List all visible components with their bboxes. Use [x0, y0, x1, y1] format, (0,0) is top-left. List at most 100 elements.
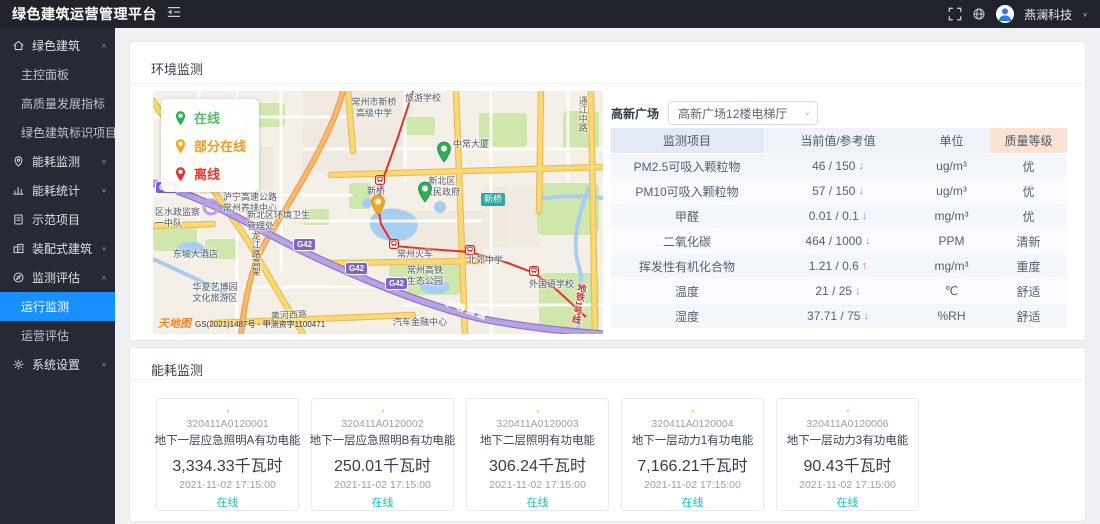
- sidebar-item-green-building[interactable]: 绿色建筑 ∧: [0, 31, 115, 60]
- sidebar-item-energy-stats[interactable]: 能耗统计 ∨: [0, 176, 115, 205]
- sidebar-item-prefab-building[interactable]: 装配式建筑 ∨: [0, 234, 115, 263]
- pin-icon: [174, 165, 187, 182]
- meter-value: 250.01千瓦时: [334, 452, 431, 476]
- chevron-down-icon: ∨: [101, 158, 107, 165]
- sidebar-item-system-settings[interactable]: 系统设置 ∨: [0, 350, 115, 379]
- collapse-sidebar-button[interactable]: [167, 5, 181, 24]
- meter-timestamp: 2021-11-02 17:15:00: [334, 479, 431, 491]
- divider: [130, 83, 1085, 84]
- pin-icon: [174, 137, 187, 154]
- energy-card: 320411A0120004 地下一层动力1有功电能 7,166.21千瓦时 2…: [621, 398, 764, 511]
- trend-arrow: ↓: [863, 310, 869, 322]
- meter-value: 90.43千瓦时: [803, 452, 891, 476]
- meter-id: 320411A0120004: [651, 418, 733, 430]
- sidebar-item-operation-evaluation[interactable]: 运营评估: [0, 321, 115, 350]
- meter-name: 地下一层应急照明B有功电能: [310, 432, 456, 448]
- map-pin-online[interactable]: [416, 179, 434, 208]
- energy-card: 320411A0120001 地下一层应急照明A有功电能 3,334.33千瓦时…: [156, 398, 299, 511]
- meter-name: 地下一层动力3有功电能: [787, 432, 908, 448]
- env-section-title: 环境监测: [151, 59, 203, 78]
- menu-fold-icon: [167, 5, 181, 19]
- chevron-down-icon: ∨: [804, 109, 810, 116]
- meter-value: 7,166.21千瓦时: [637, 452, 747, 476]
- table-row: 湿度 37.71 / 75↓ %RH 舒适: [611, 304, 1067, 329]
- map-legend: 在线 部分在线 离线: [161, 99, 259, 192]
- status-badge: 在线: [372, 494, 394, 510]
- chevron-down-icon: ∨: [1082, 10, 1088, 17]
- lightning-icon: [376, 409, 390, 413]
- topbar: 绿色建筑运营管理平台 燕澜科技 ∨: [0, 0, 1100, 28]
- sidebar-item-run-monitoring[interactable]: 运行监测: [0, 292, 115, 321]
- user-menu[interactable]: 燕澜科技: [1024, 6, 1072, 23]
- energy-card: 320411A0120006 地下一层动力3有功电能 90.43千瓦时 2021…: [776, 398, 919, 511]
- sidebar-item-main-dashboard[interactable]: 主控面板: [0, 60, 115, 89]
- sidebar: 绿色建筑 ∧ 主控面板 高质量发展指标 绿色建筑标识项目 能耗监测 ∨ 能耗统计…: [0, 28, 115, 524]
- trend-arrow: ↓: [858, 185, 864, 197]
- user-icon: [996, 5, 1014, 23]
- lightning-icon: [841, 409, 855, 413]
- lightning-icon: [686, 409, 700, 413]
- energy-card: 320411A0120002 地下一层应急照明B有功电能 250.01千瓦时 2…: [311, 398, 454, 511]
- status-badge: 在线: [527, 494, 549, 510]
- sidebar-item-monitor-evaluation[interactable]: 监测评估 ∧: [0, 263, 115, 292]
- app-title: 绿色建筑运营管理平台: [0, 4, 157, 24]
- status-badge: 在线: [682, 494, 704, 510]
- meter-timestamp: 2021-11-02 17:15:00: [179, 479, 276, 491]
- bar-chart-icon: [12, 184, 25, 197]
- table-row: 挥发性有机化合物 1.21 / 0.6↑ mg/m³ 重度: [611, 254, 1067, 279]
- chevron-up-icon: ∧: [101, 42, 107, 49]
- meter-timestamp: 2021-11-02 17:15:00: [799, 479, 896, 491]
- meter-timestamp: 2021-11-02 17:15:00: [644, 479, 741, 491]
- sidebar-item-energy-monitor[interactable]: 能耗监测 ∨: [0, 147, 115, 176]
- legend-item-offline: 离线: [174, 164, 246, 183]
- sidebar-item-label-projects[interactable]: 绿色建筑标识项目: [0, 118, 115, 147]
- table-row: 温度 21 / 25↓ ℃ 舒适: [611, 279, 1067, 304]
- meter-value: 306.24千瓦时: [489, 452, 586, 476]
- divider: [130, 379, 1085, 380]
- chevron-down-icon: ∨: [101, 187, 107, 194]
- energy-section-title: 能耗监测: [151, 360, 203, 379]
- status-badge: 在线: [837, 494, 859, 510]
- env-panel: 环境监测: [129, 41, 1086, 341]
- sidebar-item-demo-projects[interactable]: 示范项目: [0, 205, 115, 234]
- chevron-down-icon: ∨: [101, 245, 107, 252]
- trend-arrow: ↓: [858, 160, 864, 172]
- legend-item-partial-online: 部分在线: [174, 136, 246, 155]
- document-icon: [12, 213, 25, 226]
- meter-id: 320411A0120001: [186, 418, 268, 430]
- avatar[interactable]: [996, 5, 1014, 23]
- map-pin-online[interactable]: [435, 139, 453, 168]
- energy-panel: 能耗监测 320411A0120001 地下一层应急照明A有功电能 3,334.…: [129, 347, 1086, 522]
- meter-value: 3,334.33千瓦时: [172, 452, 282, 476]
- legend-item-online: 在线: [174, 108, 246, 127]
- building-icon: [12, 242, 25, 255]
- globe-icon[interactable]: [972, 7, 986, 21]
- meter-name: 地下一层应急照明A有功电能: [155, 432, 301, 448]
- energy-card: 320411A0120003 地下二层照明有功电能 306.24千瓦时 2021…: [466, 398, 609, 511]
- trend-arrow: ↓: [855, 285, 861, 297]
- meter-name: 地下一层动力1有功电能: [632, 432, 753, 448]
- table-row: 二氧化碳 464 / 1000↓ PPM 清新: [611, 229, 1067, 254]
- trend-arrow: ↑: [862, 260, 868, 272]
- table-row: PM2.5可吸入颗粒物 46 / 150↓ ug/m³ 优: [611, 154, 1067, 179]
- main-content: 环境监测: [115, 28, 1100, 524]
- meter-id: 320411A0120006: [806, 418, 888, 430]
- sidebar-item-quality-index[interactable]: 高质量发展指标: [0, 89, 115, 118]
- topbar-actions: 燕澜科技 ∨: [948, 5, 1100, 23]
- meter-id: 320411A0120003: [496, 418, 578, 430]
- sensor-selector-row: 高新广场 高新广场12楼电梯厅 ∨: [611, 101, 818, 125]
- lightning-icon: [531, 409, 545, 413]
- gear-icon: [12, 358, 25, 371]
- fullscreen-icon[interactable]: [948, 7, 962, 21]
- map[interactable]: 旅游学校 常州市新桥 高级中学 中常大厦 新北区 人民政府 新桥 通江中路 沪宁…: [153, 91, 603, 334]
- lightning-icon: [221, 409, 235, 413]
- map-pin-partial-online[interactable]: [369, 192, 387, 221]
- trend-arrow: ↓: [862, 210, 868, 222]
- trend-arrow: ↓: [865, 235, 871, 247]
- env-table: 监测项目 当前值/参考值 单位 质量等级 PM2.5可吸入颗粒物 46 / 15…: [611, 128, 1067, 329]
- sensor-select[interactable]: 高新广场12楼电梯厅 ∨: [668, 101, 818, 125]
- building-label: 高新广场: [611, 105, 659, 122]
- status-badge: 在线: [217, 494, 239, 510]
- table-row: PM10可吸入颗粒物 57 / 150↓ ug/m³ 优: [611, 179, 1067, 204]
- pin-icon: [174, 109, 187, 126]
